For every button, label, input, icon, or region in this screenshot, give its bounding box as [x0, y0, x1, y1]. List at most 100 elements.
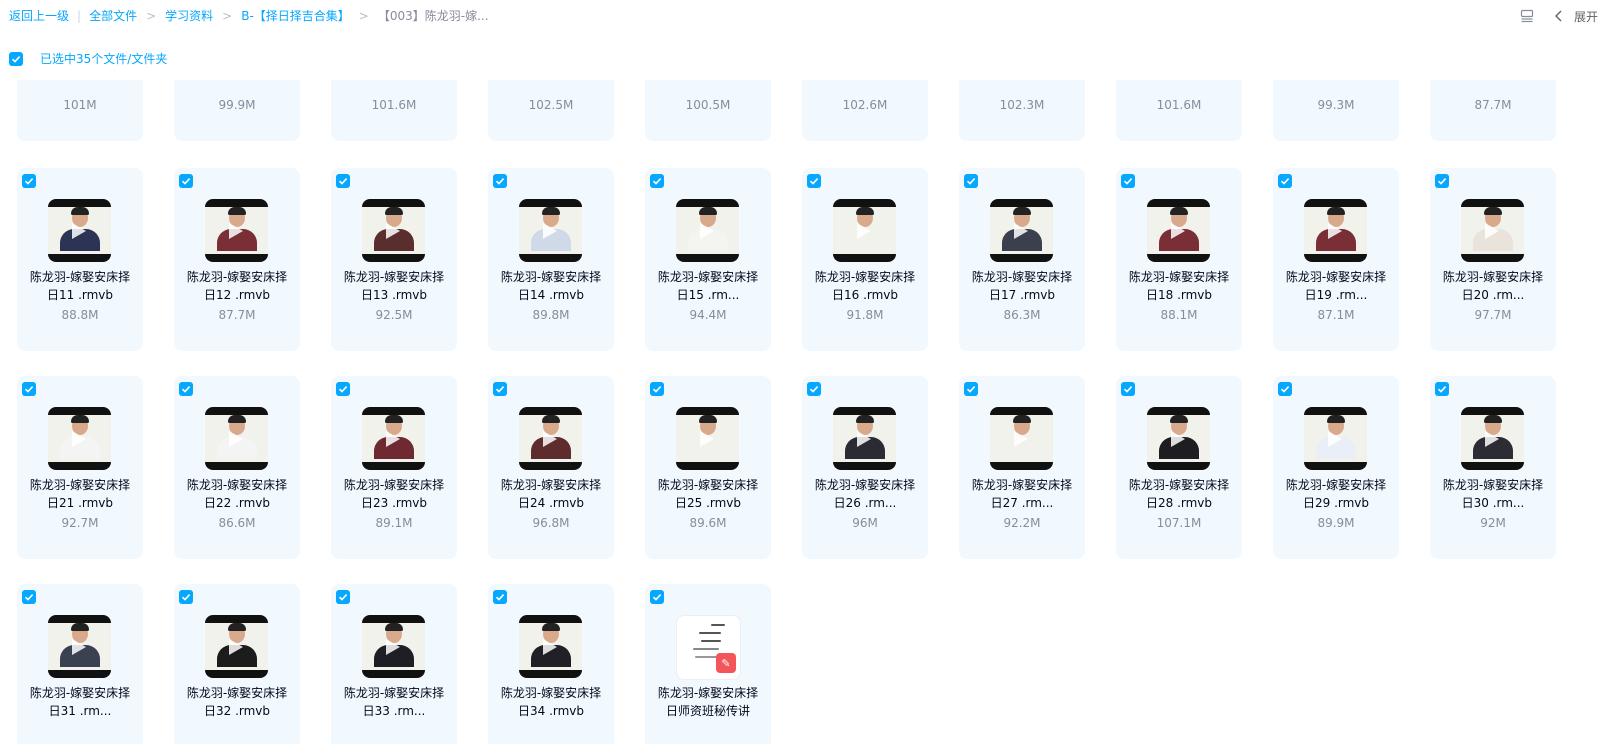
file-size: 96M — [852, 516, 878, 530]
file-size: 99.9M — [218, 98, 256, 112]
file-size: 101M — [63, 98, 97, 112]
file-card[interactable]: 陈龙羽-嫁娶安床择 日18 .rmvb 88.1M — [1116, 168, 1242, 351]
file-card[interactable]: 陈龙羽-嫁娶安床择 日13 .rmvb 92.5M — [331, 168, 457, 351]
file-card[interactable]: 陈龙羽-嫁娶安床择 日31 .rm... — [17, 584, 143, 744]
file-name-line1: 陈龙羽-嫁娶安床择 — [814, 270, 916, 284]
file-card[interactable]: 陈龙羽-嫁娶安床择 日14 .rmvb 89.8M — [488, 168, 614, 351]
file-checkbox[interactable] — [493, 174, 507, 188]
file-name: 陈龙羽-嫁娶安床择 日16 .rmvb — [806, 268, 924, 304]
file-checkbox[interactable] — [336, 174, 350, 188]
video-thumbnail — [833, 407, 896, 470]
pdf-thumbnail: ✎ — [676, 615, 741, 680]
file-size: 94.4M — [689, 308, 727, 322]
video-thumbnail — [48, 615, 111, 678]
file-card[interactable]: 陈龙羽-嫁娶安床择 日17 .rmvb 86.3M — [959, 168, 1085, 351]
breadcrumb-item-collection[interactable]: B-【择日择吉合集】 — [241, 9, 350, 23]
file-checkbox[interactable] — [1121, 174, 1135, 188]
file-checkbox[interactable] — [1278, 174, 1292, 188]
file-checkbox[interactable] — [650, 174, 664, 188]
file-checkbox[interactable] — [650, 590, 664, 604]
file-card[interactable]: 陈龙羽-嫁娶安床择 日16 .rmvb 91.8M — [802, 168, 928, 351]
file-checkbox[interactable] — [22, 174, 36, 188]
expand-button[interactable]: 展开 — [1574, 8, 1598, 25]
video-thumbnail — [1461, 407, 1524, 470]
file-checkbox[interactable] — [1435, 174, 1449, 188]
file-card[interactable]: 陈龙羽-嫁娶安床择 日22 .rmvb 86.6M — [174, 376, 300, 559]
file-size: 89.6M — [689, 516, 727, 530]
play-icon — [229, 639, 243, 655]
file-card[interactable]: 陈龙羽-嫁娶安床择 日23 .rmvb 89.1M — [331, 376, 457, 559]
file-name-line1: 陈龙羽-嫁娶安床择 — [29, 478, 131, 492]
file-checkbox[interactable] — [336, 590, 350, 604]
file-size: 91.8M — [846, 308, 884, 322]
file-card[interactable]: 陈龙羽-嫁娶安床择 日21 .rmvb 92.7M — [17, 376, 143, 559]
back-link[interactable]: 返回上一级 — [9, 9, 69, 23]
play-icon — [1485, 431, 1499, 447]
file-card[interactable]: 陈龙羽-嫁娶安床择 日30 .rm... 92M — [1430, 376, 1556, 559]
file-card[interactable]: 陈龙羽-嫁娶安床择 日24 .rmvb 96.8M — [488, 376, 614, 559]
file-card[interactable]: 陈龙羽-嫁娶安床择 日28 .rmvb 107.1M — [1116, 376, 1242, 559]
play-icon — [1171, 223, 1185, 239]
file-checkbox[interactable] — [22, 382, 36, 396]
file-name-line2: 日29 .rmvb — [1302, 496, 1370, 510]
file-checkbox[interactable] — [807, 174, 821, 188]
file-checkbox[interactable] — [964, 382, 978, 396]
file-name-line1: 陈龙羽-嫁娶安床择 — [1128, 478, 1230, 492]
file-name-line2: 日34 .rmvb — [517, 704, 585, 718]
file-checkbox[interactable] — [179, 590, 193, 604]
chevron-left-icon[interactable] — [1554, 10, 1564, 22]
breadcrumb-item-all-files[interactable]: 全部文件 — [89, 9, 137, 23]
file-size: 86.3M — [1003, 308, 1041, 322]
file-card[interactable]: 陈龙羽-嫁娶安床择 日20 .rm... 97.7M — [1430, 168, 1556, 351]
file-checkbox[interactable] — [179, 382, 193, 396]
file-card[interactable]: 陈龙羽-嫁娶安床择 日19 .rm... 87.1M — [1273, 168, 1399, 351]
file-checkbox[interactable] — [22, 590, 36, 604]
file-name: 陈龙羽-嫁娶安床择 日25 .rmvb — [649, 476, 767, 512]
file-size: 97.7M — [1474, 308, 1512, 322]
file-name: 陈龙羽-嫁娶安床择 日18 .rmvb — [1120, 268, 1238, 304]
file-name: 陈龙羽-嫁娶安床择 日17 .rmvb — [963, 268, 1081, 304]
file-card[interactable]: 陈龙羽-嫁娶安床择 日34 .rmvb — [488, 584, 614, 744]
file-checkbox[interactable] — [964, 174, 978, 188]
file-name: 陈龙羽-嫁娶安床择 日20 .rm... — [1434, 268, 1552, 304]
file-size: 92M — [1480, 516, 1506, 530]
layout-toggle-icon[interactable] — [1520, 9, 1534, 23]
file-card[interactable]: 陈龙羽-嫁娶安床择 日29 .rmvb 89.9M — [1273, 376, 1399, 559]
file-checkbox[interactable] — [336, 382, 350, 396]
file-checkbox[interactable] — [650, 382, 664, 396]
file-size: 96.8M — [532, 516, 570, 530]
select-all-checkbox[interactable] — [9, 51, 23, 66]
play-icon — [1328, 223, 1342, 239]
pdf-icon: ✎ — [716, 653, 736, 673]
file-card[interactable]: 陈龙羽-嫁娶安床择 日12 .rmvb 87.7M — [174, 168, 300, 351]
file-card[interactable]: 陈龙羽-嫁娶安床择 日15 .rm... 94.4M — [645, 168, 771, 351]
file-name: 陈龙羽-嫁娶安床择 日师资班秘传讲 — [649, 684, 767, 720]
file-card[interactable]: 陈龙羽-嫁娶安床择 日32 .rmvb — [174, 584, 300, 744]
file-checkbox[interactable] — [179, 174, 193, 188]
play-icon — [1485, 223, 1499, 239]
file-name: 陈龙羽-嫁娶安床择 日13 .rmvb — [335, 268, 453, 304]
file-checkbox[interactable] — [1435, 382, 1449, 396]
divider: | — [77, 9, 82, 23]
file-checkbox[interactable] — [493, 382, 507, 396]
file-size: 99.3M — [1317, 98, 1355, 112]
file-name-line1: 陈龙羽-嫁娶安床择 — [1285, 270, 1387, 284]
file-card[interactable]: 陈龙羽-嫁娶安床择 日25 .rmvb 89.6M — [645, 376, 771, 559]
video-thumbnail — [205, 407, 268, 470]
file-checkbox[interactable] — [807, 382, 821, 396]
file-checkbox[interactable] — [1121, 382, 1135, 396]
file-card[interactable]: ✎ 陈龙羽-嫁娶安床择 日师资班秘传讲 — [645, 584, 771, 744]
file-name-line2: 日25 .rmvb — [674, 496, 742, 510]
file-card[interactable]: 陈龙羽-嫁娶安床择 日11 .rmvb 88.8M — [17, 168, 143, 351]
file-checkbox[interactable] — [1278, 382, 1292, 396]
video-thumbnail — [362, 407, 425, 470]
file-name-line1: 陈龙羽-嫁娶安床择 — [186, 478, 288, 492]
file-name-line1: 陈龙羽-嫁娶安床择 — [500, 686, 602, 700]
file-card[interactable]: 陈龙羽-嫁娶安床择 日26 .rm... 96M — [802, 376, 928, 559]
file-checkbox[interactable] — [493, 590, 507, 604]
file-card[interactable]: 陈龙羽-嫁娶安床择 日33 .rm... — [331, 584, 457, 744]
file-card[interactable]: 陈龙羽-嫁娶安床择 日27 .rm... 92.2M — [959, 376, 1085, 559]
breadcrumb-item-study[interactable]: 学习资料 — [165, 9, 213, 23]
file-size: 88.1M — [1160, 308, 1198, 322]
file-name-line2: 日28 .rmvb — [1145, 496, 1213, 510]
